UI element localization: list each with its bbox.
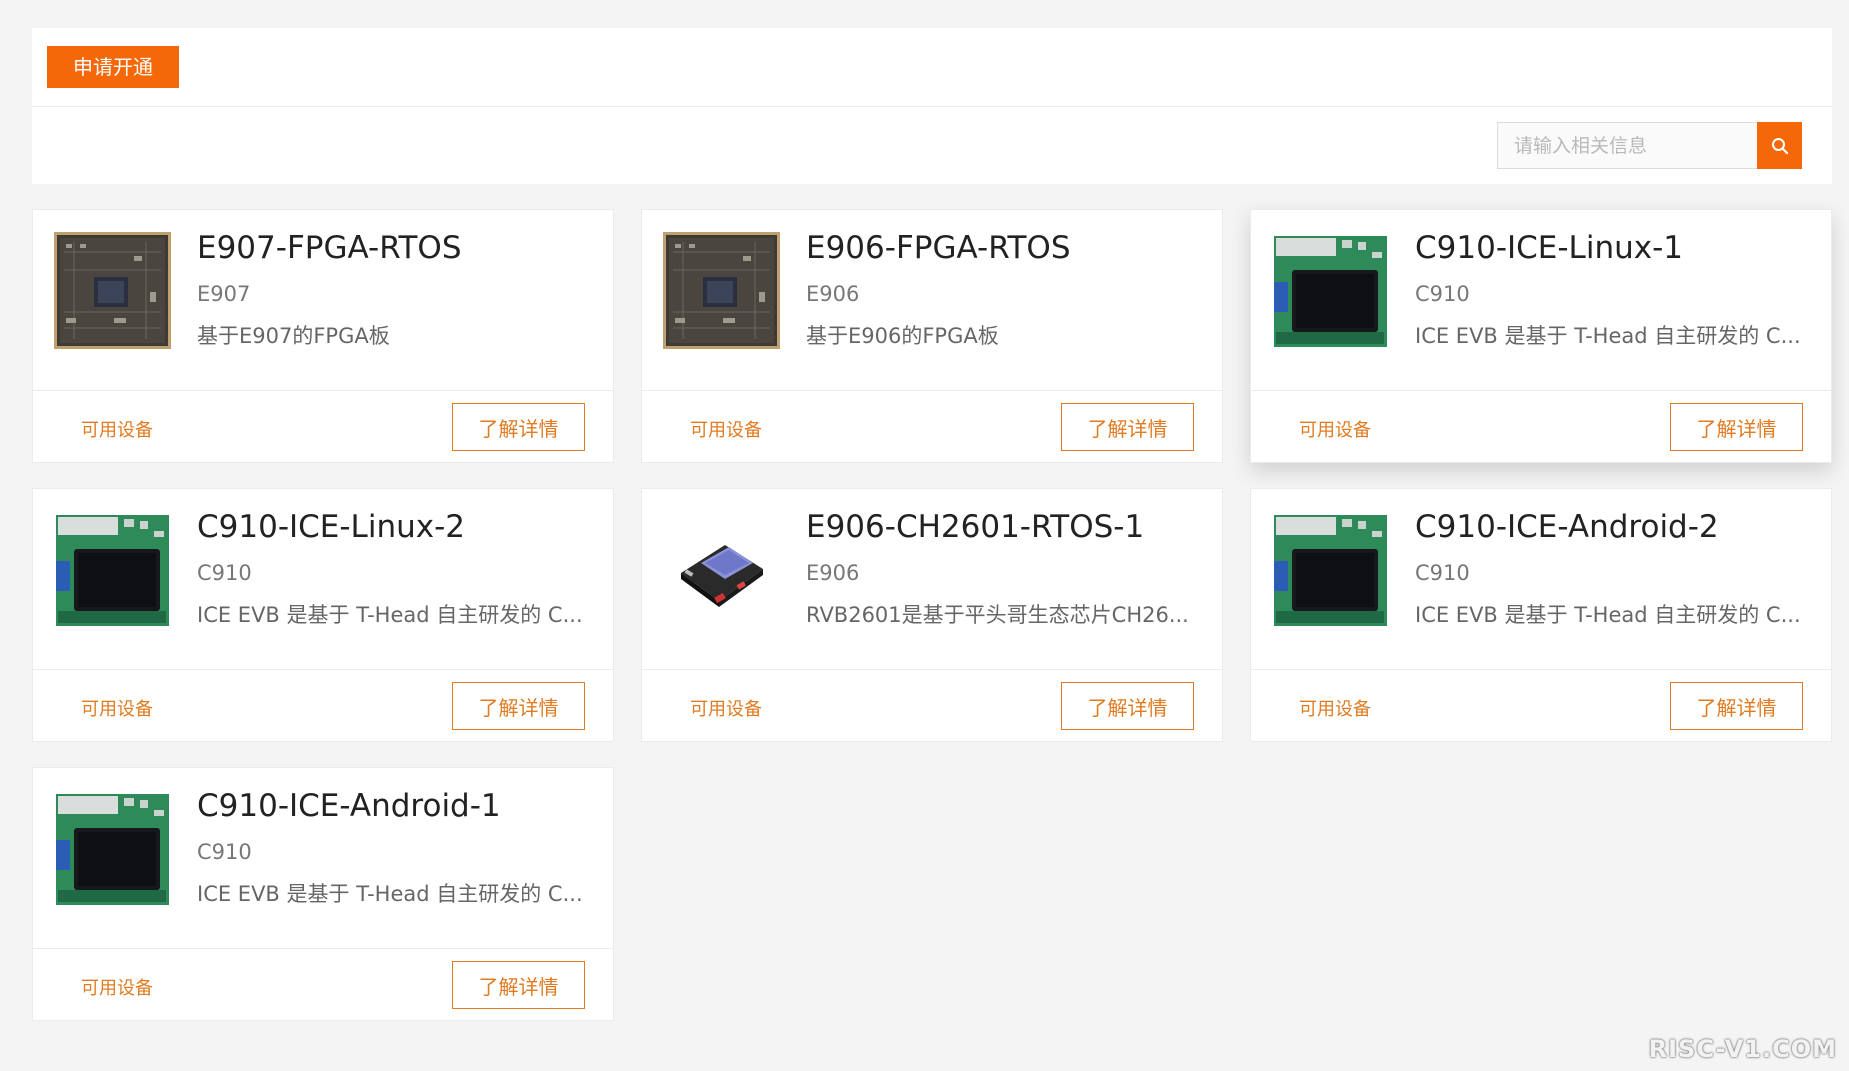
details-button[interactable]: 了解详情 <box>452 961 585 1009</box>
card-title: C910-ICE-Android-1 <box>197 788 501 824</box>
ice-evb-board-image <box>54 790 171 907</box>
card-header: E906-CH2601-RTOS-1 E906 RVB2601是基于平头哥生态芯… <box>642 489 1222 670</box>
available-devices-link[interactable]: 可用设备 <box>81 974 153 1000</box>
available-devices-link[interactable]: 可用设备 <box>81 416 153 442</box>
apply-button[interactable]: 申请开通 <box>47 46 179 88</box>
details-button[interactable]: 了解详情 <box>452 403 585 451</box>
ice-evb-board-image <box>1272 232 1389 349</box>
card-chip: C910 <box>197 561 252 585</box>
card-title: E906-FPGA-RTOS <box>806 230 1071 266</box>
card-header: C910-ICE-Linux-2 C910 ICE EVB 是基于 T-Head… <box>33 489 613 670</box>
card-chip: E907 <box>197 282 251 306</box>
card-header: C910-ICE-Android-1 C910 ICE EVB 是基于 T-He… <box>33 768 613 949</box>
ice-evb-board-image <box>54 511 171 628</box>
available-devices-link[interactable]: 可用设备 <box>1299 695 1371 721</box>
search-button[interactable] <box>1757 122 1802 169</box>
details-button[interactable]: 了解详情 <box>1670 403 1803 451</box>
card-title: C910-ICE-Android-2 <box>1415 509 1719 545</box>
card-header: E906-FPGA-RTOS E906 基于E906的FPGA板 <box>642 210 1222 391</box>
card-description: ICE EVB 是基于 T-Head 自主研发的 C... <box>1415 603 1801 627</box>
details-button[interactable]: 了解详情 <box>1061 403 1194 451</box>
device-card: C910-ICE-Linux-1 C910 ICE EVB 是基于 T-Head… <box>1250 209 1832 463</box>
card-chip: E906 <box>806 282 860 306</box>
fpga-board-image <box>54 232 171 349</box>
search-box <box>1497 122 1802 169</box>
card-chip: C910 <box>1415 282 1470 306</box>
card-chip: C910 <box>1415 561 1470 585</box>
card-description: ICE EVB 是基于 T-Head 自主研发的 C... <box>197 882 583 906</box>
card-chip: E906 <box>806 561 860 585</box>
device-card: C910-ICE-Linux-2 C910 ICE EVB 是基于 T-Head… <box>32 488 614 742</box>
fpga-board-image <box>663 232 780 349</box>
card-header: C910-ICE-Android-2 C910 ICE EVB 是基于 T-He… <box>1251 489 1831 670</box>
search-icon <box>1771 137 1788 154</box>
toolbar-panel: 申请开通 <box>32 28 1832 184</box>
search-input[interactable] <box>1497 122 1757 169</box>
toolbar-divider <box>32 106 1832 107</box>
ice-evb-board-image <box>1272 511 1389 628</box>
card-description: RVB2601是基于平头哥生态芯片CH26... <box>806 603 1189 627</box>
device-card: C910-ICE-Android-2 C910 ICE EVB 是基于 T-He… <box>1250 488 1832 742</box>
device-card: E906-CH2601-RTOS-1 E906 RVB2601是基于平头哥生态芯… <box>641 488 1223 742</box>
device-card: E906-FPGA-RTOS E906 基于E906的FPGA板 可用设备 了解… <box>641 209 1223 463</box>
card-description: ICE EVB 是基于 T-Head 自主研发的 C... <box>1415 324 1801 348</box>
card-description: 基于E906的FPGA板 <box>806 324 999 348</box>
card-header: C910-ICE-Linux-1 C910 ICE EVB 是基于 T-Head… <box>1251 210 1831 391</box>
available-devices-link[interactable]: 可用设备 <box>690 695 762 721</box>
card-header: E907-FPGA-RTOS E907 基于E907的FPGA板 <box>33 210 613 391</box>
card-description: 基于E907的FPGA板 <box>197 324 390 348</box>
card-description: ICE EVB 是基于 T-Head 自主研发的 C... <box>197 603 583 627</box>
available-devices-link[interactable]: 可用设备 <box>81 695 153 721</box>
details-button[interactable]: 了解详情 <box>1670 682 1803 730</box>
card-title: E907-FPGA-RTOS <box>197 230 462 266</box>
watermark: RISC-V1.COM <box>1648 1035 1837 1063</box>
card-title: E906-CH2601-RTOS-1 <box>806 509 1145 545</box>
device-card: E907-FPGA-RTOS E907 基于E907的FPGA板 可用设备 了解… <box>32 209 614 463</box>
available-devices-link[interactable]: 可用设备 <box>690 416 762 442</box>
rvb2601-board-image <box>663 511 780 628</box>
card-chip: C910 <box>197 840 252 864</box>
details-button[interactable]: 了解详情 <box>1061 682 1194 730</box>
device-card: C910-ICE-Android-1 C910 ICE EVB 是基于 T-He… <box>32 767 614 1021</box>
card-title: C910-ICE-Linux-1 <box>1415 230 1683 266</box>
details-button[interactable]: 了解详情 <box>452 682 585 730</box>
card-title: C910-ICE-Linux-2 <box>197 509 465 545</box>
available-devices-link[interactable]: 可用设备 <box>1299 416 1371 442</box>
